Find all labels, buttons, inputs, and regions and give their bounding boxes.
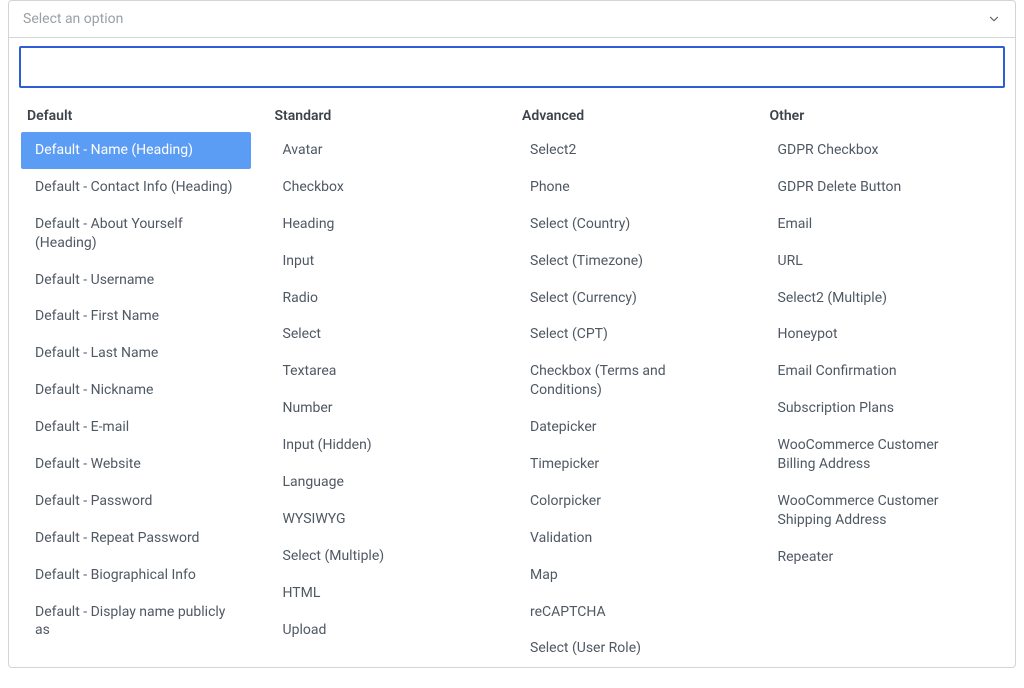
- option-item[interactable]: Default - E-mail: [21, 409, 251, 446]
- option-columns: DefaultDefault - Name (Heading)Default -…: [19, 102, 1005, 667]
- select-search-input[interactable]: [19, 46, 1005, 88]
- option-item[interactable]: Default - Username: [21, 262, 251, 299]
- group-header-default: Default: [21, 102, 251, 132]
- option-item[interactable]: Select (Currency): [516, 280, 746, 317]
- option-item[interactable]: Select (User Role): [516, 630, 746, 667]
- option-item[interactable]: Language: [269, 464, 499, 501]
- option-item[interactable]: Phone: [516, 169, 746, 206]
- select-placeholder: Select an option: [23, 11, 123, 27]
- option-item[interactable]: Textarea: [269, 353, 499, 390]
- option-item[interactable]: Subscription Plans: [764, 390, 994, 427]
- option-item[interactable]: Honeypot: [764, 316, 994, 353]
- option-item[interactable]: WooCommerce Customer Billing Address: [764, 427, 994, 483]
- option-item[interactable]: Default - Repeat Password: [21, 520, 251, 557]
- option-item[interactable]: Default - First Name: [21, 298, 251, 335]
- group-header-standard: Standard: [269, 102, 499, 132]
- group-header-advanced: Advanced: [516, 102, 746, 132]
- option-item[interactable]: Checkbox (Terms and Conditions): [516, 353, 746, 409]
- select-dropdown: DefaultDefault - Name (Heading)Default -…: [9, 37, 1015, 667]
- option-item[interactable]: Select (Multiple): [269, 538, 499, 575]
- option-item[interactable]: Select2: [516, 132, 746, 169]
- option-item[interactable]: Checkbox: [269, 169, 499, 206]
- option-item[interactable]: Email Confirmation: [764, 353, 994, 390]
- option-item[interactable]: Default - Contact Info (Heading): [21, 169, 251, 206]
- option-item[interactable]: Select (Country): [516, 206, 746, 243]
- option-item[interactable]: Map: [516, 557, 746, 594]
- option-item[interactable]: Validation: [516, 520, 746, 557]
- option-item[interactable]: Email: [764, 206, 994, 243]
- option-item[interactable]: Default - Password: [21, 483, 251, 520]
- option-group-default: DefaultDefault - Name (Heading)Default -…: [21, 102, 263, 667]
- option-item[interactable]: GDPR Checkbox: [764, 132, 994, 169]
- option-group-advanced: AdvancedSelect2PhoneSelect (Country)Sele…: [510, 102, 758, 667]
- option-item[interactable]: Upload: [269, 612, 499, 649]
- option-item[interactable]: WYSIWYG: [269, 501, 499, 538]
- option-item[interactable]: Default - Nickname: [21, 372, 251, 409]
- option-item[interactable]: Select: [269, 316, 499, 353]
- option-item[interactable]: Default - Website: [21, 446, 251, 483]
- option-item[interactable]: reCAPTCHA: [516, 594, 746, 631]
- option-item[interactable]: URL: [764, 243, 994, 280]
- option-item[interactable]: Heading: [269, 206, 499, 243]
- option-item[interactable]: GDPR Delete Button: [764, 169, 994, 206]
- option-item[interactable]: HTML: [269, 575, 499, 612]
- group-header-other: Other: [764, 102, 994, 132]
- option-item[interactable]: Select (Timezone): [516, 243, 746, 280]
- option-item[interactable]: Input: [269, 243, 499, 280]
- option-item[interactable]: Datepicker: [516, 409, 746, 446]
- option-item[interactable]: Avatar: [269, 132, 499, 169]
- option-item[interactable]: Default - About Yourself (Heading): [21, 206, 251, 262]
- option-item[interactable]: Default - Display name publicly as: [21, 594, 251, 650]
- option-item[interactable]: Select2 (Multiple): [764, 280, 994, 317]
- option-item[interactable]: Default - Last Name: [21, 335, 251, 372]
- option-item[interactable]: Colorpicker: [516, 483, 746, 520]
- option-group-other: OtherGDPR CheckboxGDPR Delete ButtonEmai…: [758, 102, 1006, 667]
- option-group-standard: StandardAvatarCheckboxHeadingInputRadioS…: [263, 102, 511, 667]
- option-item[interactable]: Repeater: [764, 539, 994, 576]
- option-item[interactable]: Input (Hidden): [269, 427, 499, 464]
- chevron-down-icon: [987, 12, 1001, 26]
- option-item[interactable]: Number: [269, 390, 499, 427]
- option-item[interactable]: Select (CPT): [516, 316, 746, 353]
- field-type-select: Select an option DefaultDefault - Name (…: [8, 0, 1016, 668]
- option-item[interactable]: Radio: [269, 280, 499, 317]
- option-item[interactable]: Default - Name (Heading): [21, 132, 251, 169]
- option-item[interactable]: WooCommerce Customer Shipping Address: [764, 483, 994, 539]
- option-item[interactable]: Default - Biographical Info: [21, 557, 251, 594]
- select-header[interactable]: Select an option: [9, 1, 1015, 37]
- option-item[interactable]: Timepicker: [516, 446, 746, 483]
